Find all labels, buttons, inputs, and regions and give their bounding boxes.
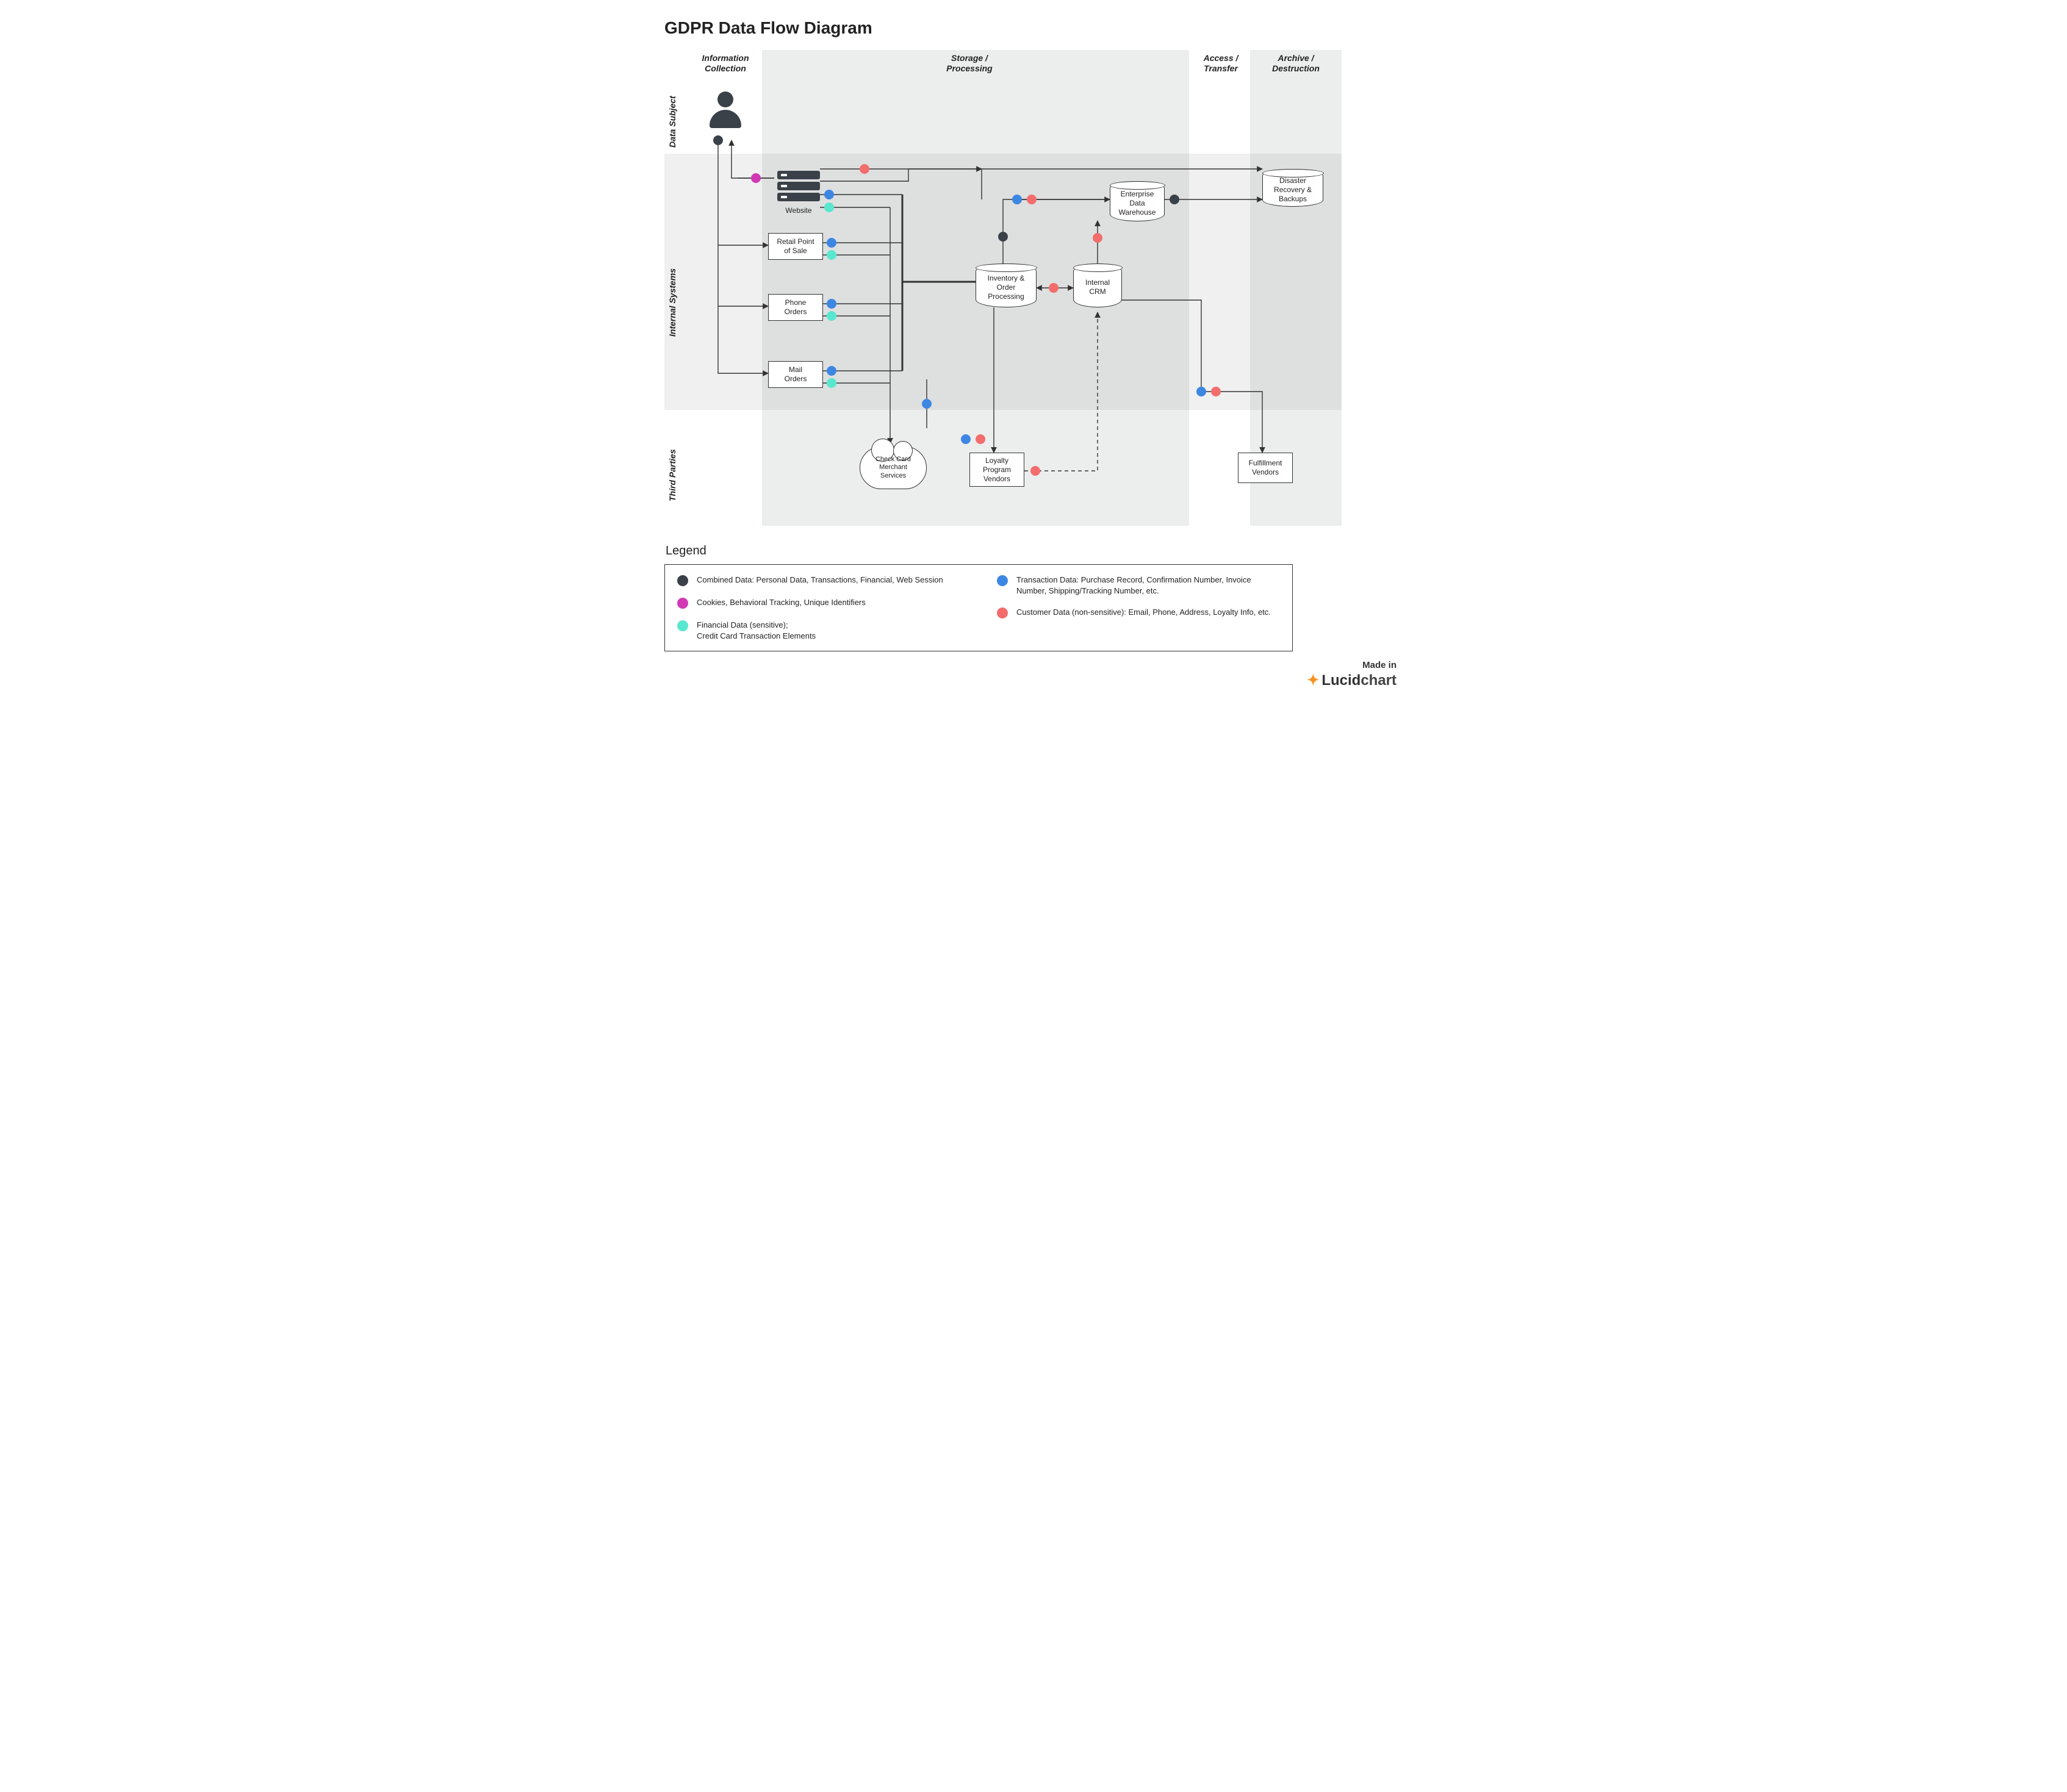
server-icon bbox=[777, 171, 820, 204]
cloud-merchant: Check Card Merchant Services bbox=[860, 446, 927, 489]
dot-teal-retail bbox=[827, 250, 836, 260]
node-loyalty: Loyalty Program Vendors bbox=[969, 453, 1024, 487]
dot-red-fulf bbox=[1211, 387, 1221, 396]
dot-dark-invtop bbox=[998, 232, 1008, 242]
dot-blue-loyalty bbox=[961, 434, 971, 444]
legend: Legend Combined Data: Personal Data, Tra… bbox=[664, 544, 1403, 651]
dot-combined-user bbox=[713, 135, 723, 145]
db-crm: Internal CRM bbox=[1073, 263, 1122, 307]
dot-teal-site bbox=[824, 202, 834, 212]
node-phone: Phone Orders bbox=[768, 294, 823, 321]
diagram-canvas: Information Collection Storage / Process… bbox=[664, 50, 1366, 526]
brand: Made in ✦Lucidchart bbox=[664, 660, 1403, 689]
dot-teal-mail bbox=[827, 378, 836, 388]
db-edw: Enterprise Data Warehouse bbox=[1110, 181, 1165, 221]
node-retail: Retail Point of Sale bbox=[768, 233, 823, 260]
dot-blue-fulf bbox=[1196, 387, 1206, 396]
dot-red-website-top bbox=[860, 164, 869, 174]
dot-red-crmtop bbox=[1093, 233, 1102, 243]
dot-teal-phone bbox=[827, 311, 836, 321]
website-label: Website bbox=[780, 206, 817, 215]
db-inventory: Inventory & Order Processing bbox=[976, 263, 1037, 307]
brand-logo: ✦Lucidchart bbox=[664, 672, 1397, 689]
legend-title: Legend bbox=[666, 544, 1403, 558]
dot-blue-edwline bbox=[1012, 195, 1022, 204]
brand-made: Made in bbox=[664, 660, 1397, 670]
dot-blue-mail bbox=[827, 366, 836, 376]
dot-red-loyalty bbox=[976, 434, 985, 444]
dot-blue-phone bbox=[827, 299, 836, 309]
node-fulfillment: Fulfillment Vendors bbox=[1238, 453, 1293, 483]
dot-dark-edw-out bbox=[1170, 195, 1179, 204]
page-title: GDPR Data Flow Diagram bbox=[664, 18, 1403, 38]
dot-red-loyalty-back bbox=[1030, 466, 1040, 476]
legend-transaction: Transaction Data: Purchase Record, Confi… bbox=[997, 575, 1280, 596]
user-icon bbox=[704, 91, 747, 134]
dot-red-edwline bbox=[1027, 195, 1037, 204]
dot-cookies bbox=[751, 173, 761, 183]
node-mail: Mail Orders bbox=[768, 361, 823, 388]
legend-customer: Customer Data (non-sensitive): Email, Ph… bbox=[997, 607, 1280, 618]
db-backup: Disaster Recovery & Backups bbox=[1262, 169, 1323, 207]
legend-combined: Combined Data: Personal Data, Transactio… bbox=[677, 575, 960, 586]
dot-blue-merchant bbox=[922, 399, 932, 409]
dot-blue-retail bbox=[827, 238, 836, 248]
dot-blue-site bbox=[824, 190, 834, 199]
legend-financial: Financial Data (sensitive); Credit Card … bbox=[677, 620, 960, 641]
dot-red-inv-crm bbox=[1049, 283, 1059, 293]
legend-cookies: Cookies, Behavioral Tracking, Unique Ide… bbox=[677, 597, 960, 609]
